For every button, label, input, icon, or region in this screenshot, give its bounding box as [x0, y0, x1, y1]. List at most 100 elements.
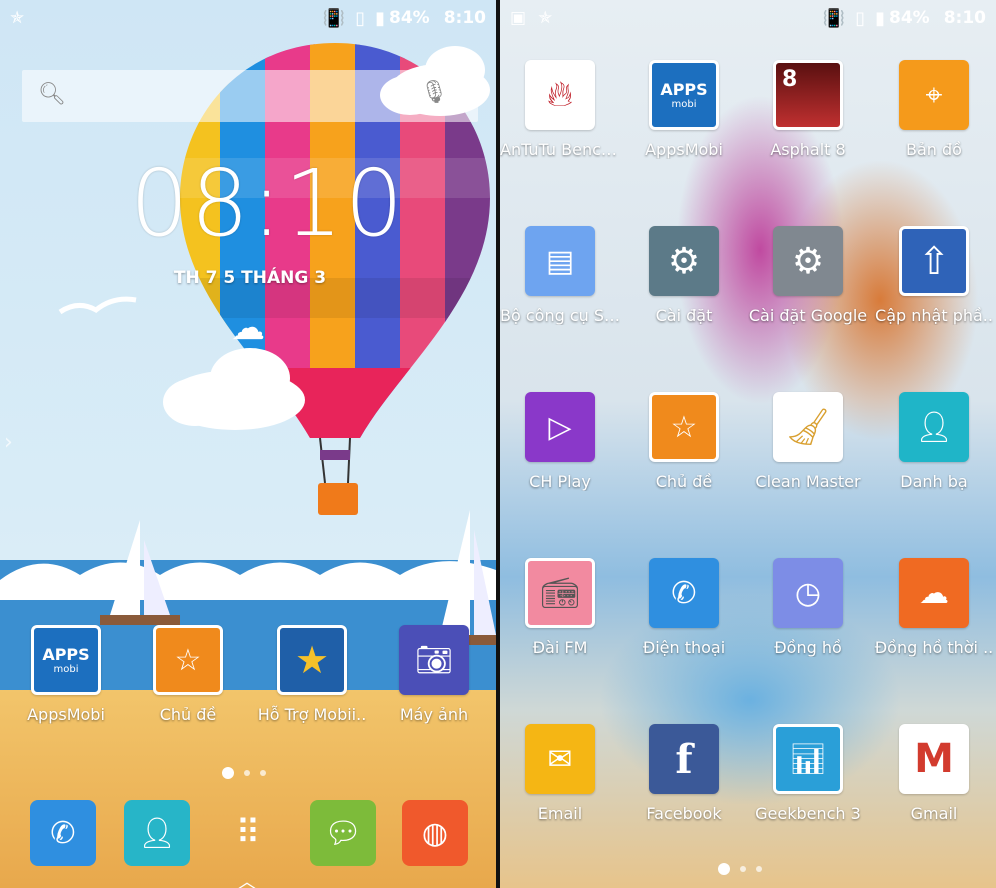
- app-system-update[interactable]: ⇧ Cập nhật phầ..: [874, 226, 994, 325]
- app-label: Cài đặt: [655, 306, 713, 325]
- app-label: Điện thoại: [642, 638, 726, 657]
- no-sim-icon: ▯: [355, 7, 366, 29]
- search-bar[interactable]: 🔍︎ 🎙︎: [22, 70, 478, 122]
- facebook-icon: f: [649, 724, 719, 794]
- battery-icon: ▮: [875, 7, 885, 29]
- app-label: Chủ đề: [655, 472, 713, 491]
- broom-icon: 🧹︎: [773, 392, 843, 462]
- cloud-illustration: [163, 348, 305, 430]
- app-phone[interactable]: ✆ Điện thoại: [624, 558, 744, 657]
- battery-level: 84%: [389, 8, 430, 28]
- map-pin-icon: ⌖: [899, 60, 969, 130]
- date-label: TH 7 5 THÁNG 3: [173, 268, 327, 288]
- app-support[interactable]: ★ Hỗ Trợ Mobii..: [252, 625, 372, 724]
- app-play-store[interactable]: ▷ CH Play: [500, 392, 620, 491]
- app-label: Máy ảnh: [399, 705, 469, 724]
- weather-unknown-icon[interactable]: ☁︎: [220, 308, 276, 348]
- status-time: 8:10: [443, 8, 486, 28]
- dock: ✆ 👤︎ ⠿ 💬︎ ◍: [0, 800, 496, 870]
- page-indicator: [718, 863, 762, 875]
- app-theme[interactable]: ☆ Chủ đề: [128, 625, 248, 724]
- app-sim-toolkit[interactable]: ▤ Bộ công cụ SIM: [500, 226, 620, 325]
- page-dot: [756, 866, 762, 872]
- app-camera[interactable]: 📷︎ Máy ảnh: [374, 625, 494, 724]
- page-dot: [718, 863, 730, 875]
- app-clock[interactable]: ◷ Đồng hồ: [748, 558, 868, 657]
- theme-star-icon: ✯: [538, 8, 553, 28]
- chevron-up-icon[interactable]: ︿: [238, 868, 256, 888]
- app-fm-radio[interactable]: 📻︎ Đài FM: [500, 558, 620, 657]
- vibrate-icon: 📳: [822, 7, 846, 29]
- status-bar: ▣ ✯ 📳 ▯ ▮ 84% 8:10: [500, 0, 996, 36]
- messages-icon[interactable]: 💬︎: [310, 800, 376, 866]
- app-google-settings[interactable]: ⚙︎ Cài đặt Google: [748, 226, 868, 325]
- clock-icon: ◷: [773, 558, 843, 628]
- app-label: Hỗ Trợ Mobii..: [257, 705, 367, 724]
- contacts-icon[interactable]: 👤︎: [124, 800, 190, 866]
- geekbench-icon: 📊︎: [773, 724, 843, 794]
- app-label: Đồng hồ thời ..: [874, 638, 994, 657]
- app-label: Danh bạ: [900, 472, 968, 491]
- home-screen: ✯ 📳 ▯ ▮ 84% 8:10 🔍︎ 🎙︎ 08:10 TH 7 5 THÁN…: [0, 0, 496, 888]
- page-dot: [222, 767, 234, 779]
- app-geekbench[interactable]: 📊︎ Geekbench 3: [748, 724, 868, 823]
- update-arrow-icon: ⇧: [899, 226, 969, 296]
- camera-icon: 📷︎: [399, 625, 469, 695]
- app-maps[interactable]: ⌖ Bản đồ: [874, 60, 994, 159]
- app-gmail[interactable]: M Gmail: [874, 724, 994, 823]
- search-icon: 🔍︎: [38, 82, 66, 107]
- app-asphalt[interactable]: 8 Asphalt 8: [748, 60, 868, 159]
- theme-star-icon: ☆: [153, 625, 223, 695]
- settings-gear-icon: ⚙︎: [649, 226, 719, 296]
- app-label: Chủ đề: [159, 705, 217, 724]
- theme-star-icon: ☆: [649, 392, 719, 462]
- microphone-icon[interactable]: 🎙︎: [420, 80, 448, 105]
- app-label: Bản đồ: [906, 140, 962, 159]
- app-contacts[interactable]: 👤︎ Danh bạ: [874, 392, 994, 491]
- seagull-illustration: [58, 296, 137, 315]
- app-settings[interactable]: ⚙︎ Cài đặt: [624, 226, 744, 325]
- browser-icon[interactable]: ◍: [402, 800, 468, 866]
- clock-widget[interactable]: 08:10: [130, 150, 403, 257]
- app-label: Cập nhật phầ..: [875, 306, 993, 325]
- antutu-icon: 🔥︎: [525, 60, 595, 130]
- app-label: Cài đặt Google: [748, 306, 868, 325]
- support-star-icon: ★: [277, 625, 347, 695]
- sailboat-illustration: [100, 520, 180, 625]
- app-label: Bộ công cụ SIM: [500, 306, 620, 325]
- app-clean-master[interactable]: 🧹︎ Clean Master: [748, 392, 868, 491]
- app-weather-clock[interactable]: ☁︎ Đồng hồ thời ..: [874, 558, 994, 657]
- app-label: AppsMobi: [27, 705, 105, 724]
- status-bar: ✯ 📳 ▯ ▮ 84% 8:10: [0, 0, 496, 36]
- theme-star-icon: ✯: [10, 8, 25, 28]
- app-label: Geekbench 3: [755, 804, 861, 823]
- no-sim-icon: ▯: [855, 7, 866, 29]
- sim-icon: ▤: [525, 226, 595, 296]
- phone-icon[interactable]: ✆: [30, 800, 96, 866]
- app-label: Email: [537, 804, 583, 823]
- app-drawer-icon[interactable]: ⠿: [216, 800, 282, 866]
- app-label: Facebook: [646, 804, 722, 823]
- app-appsmobi[interactable]: APPS mobi AppsMobi: [6, 625, 126, 724]
- image-icon: ▣: [510, 8, 527, 28]
- app-appsmobi[interactable]: APPS mobi AppsMobi: [624, 60, 744, 159]
- battery-icon: ▮: [375, 7, 385, 29]
- app-label: Đồng hồ: [774, 638, 842, 657]
- status-time: 8:10: [943, 8, 986, 28]
- appsmobi-icon: APPS mobi: [649, 60, 719, 130]
- appsmobi-icon: APPS mobi: [31, 625, 101, 695]
- app-facebook[interactable]: f Facebook: [624, 724, 744, 823]
- chevron-right-icon[interactable]: ›: [4, 430, 13, 455]
- app-theme[interactable]: ☆ Chủ đề: [624, 392, 744, 491]
- app-label: CH Play: [529, 472, 591, 491]
- contacts-icon: 👤︎: [899, 392, 969, 462]
- asphalt-icon: 8: [773, 60, 843, 130]
- battery-level: 84%: [889, 8, 930, 28]
- phone-icon: ✆: [649, 558, 719, 628]
- app-label: Đài FM: [532, 638, 588, 657]
- app-label: Asphalt 8: [770, 140, 846, 159]
- email-icon: ✉︎: [525, 724, 595, 794]
- app-email[interactable]: ✉︎ Email: [500, 724, 620, 823]
- page-dot: [244, 770, 250, 776]
- app-antutu[interactable]: 🔥︎ AnTuTu Bench..: [500, 60, 620, 159]
